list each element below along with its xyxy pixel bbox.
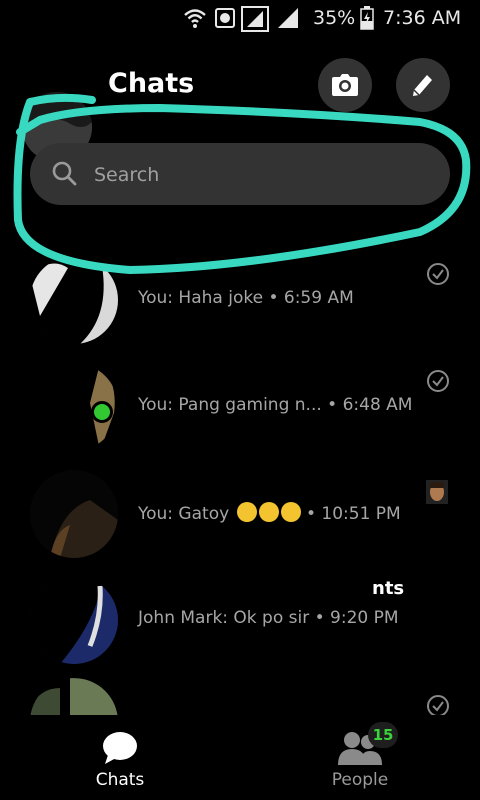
last-message: John Mark: Ok po sir • 9:20 PM [138, 608, 399, 628]
avatar-image [30, 576, 118, 664]
check-circle-icon [427, 370, 449, 392]
laughing-emoji-icon [280, 502, 301, 522]
conversation-row[interactable]: You: Haha joke • 6:59 AM [0, 250, 480, 358]
tab-people[interactable]: People [280, 715, 440, 800]
last-message: You: Haha joke • 6:59 AM [138, 288, 354, 308]
conversation-row[interactable]: You: Pang gaming n... • 6:48 AM [0, 357, 480, 465]
search-icon [52, 161, 77, 186]
clock: 7:36 AM [383, 7, 462, 29]
message-text: You: Gatoy [138, 504, 230, 524]
pencil-icon [413, 75, 432, 96]
signal-icon-sim2 [278, 8, 298, 28]
battery-charging-icon [360, 6, 374, 30]
last-message: You: Gatoy • 10:51 PM [138, 502, 401, 524]
search-bar[interactable] [30, 143, 450, 207]
laughing-emoji-icon [236, 502, 257, 522]
signal-icon-sim1 [241, 6, 269, 32]
conversation-row[interactable]: You: Gatoy • 10:51 PM [0, 464, 480, 572]
header: Chats [0, 38, 480, 162]
compose-button[interactable] [396, 58, 450, 112]
online-indicator [91, 401, 113, 423]
avatar-image [30, 470, 118, 558]
search-input[interactable] [92, 143, 436, 207]
laughing-emoji-icon [258, 502, 279, 522]
seen-avatar-icon [426, 480, 448, 504]
conversation-row[interactable]: nts John Mark: Ok po sir • 9:20 PM [0, 570, 480, 678]
page-title: Chats [108, 68, 195, 99]
status-bar: 35% 7:36 AM [0, 0, 480, 38]
camera-icon [332, 74, 358, 96]
people-count-badge: 15 [368, 722, 398, 748]
camera-button[interactable] [318, 58, 372, 112]
contact-avatar [30, 470, 118, 558]
last-message: You: Pang gaming n... • 6:48 AM [138, 395, 413, 415]
check-circle-icon [427, 263, 449, 285]
tab-label: People [331, 770, 389, 790]
data-saver-icon [215, 8, 235, 28]
contact-avatar [30, 576, 118, 664]
tab-label: Chats [95, 770, 145, 790]
tab-chats[interactable]: Chats [40, 715, 200, 800]
wifi-icon [184, 9, 206, 28]
contact-name: nts [372, 578, 405, 599]
chat-bubble-icon [103, 732, 137, 764]
bottom-tab-bar: Chats People [0, 715, 480, 800]
battery-percentage: 35% [313, 7, 356, 29]
message-time: • 10:51 PM [305, 504, 401, 524]
contact-avatar [30, 256, 118, 344]
avatar-image [30, 256, 118, 344]
